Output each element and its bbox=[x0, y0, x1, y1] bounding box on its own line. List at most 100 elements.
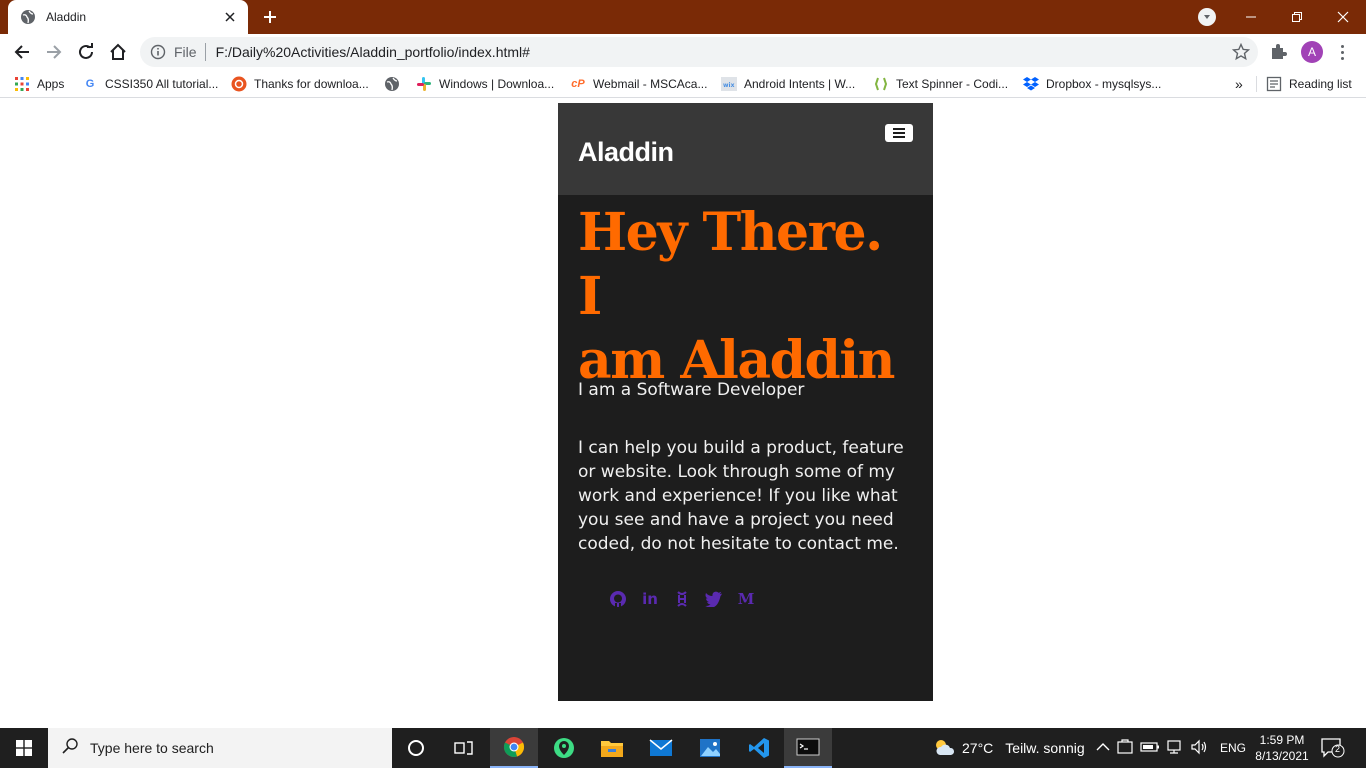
bookmark-apps[interactable]: Apps bbox=[14, 75, 64, 93]
bookmark-dropbox[interactable]: Dropbox - mysqlsys... bbox=[1023, 75, 1161, 93]
address-bar[interactable]: File F:/Daily%20Activities/Aladdin_portf… bbox=[140, 37, 1258, 67]
forward-icon[interactable] bbox=[42, 40, 66, 64]
clock-date: 8/13/2021 bbox=[1255, 749, 1309, 763]
browser-toolbar: File F:/Daily%20Activities/Aladdin_portf… bbox=[0, 34, 1366, 70]
chrome-menu-icon[interactable] bbox=[1334, 42, 1350, 62]
reading-list-icon bbox=[1266, 76, 1282, 92]
windows-taskbar: Type here to search 27°C Teilw. sonnig E… bbox=[0, 728, 1366, 768]
battery-icon[interactable] bbox=[1140, 741, 1160, 756]
bookmark-globe[interactable] bbox=[384, 75, 407, 93]
bookmark-label: Windows | Downloa... bbox=[439, 77, 555, 91]
tab-aladdin[interactable]: Aladdin bbox=[8, 0, 248, 34]
back-icon[interactable] bbox=[10, 40, 34, 64]
weather-temperature: 27°C bbox=[962, 740, 994, 756]
slack-icon bbox=[416, 76, 432, 92]
hackerrank-icon[interactable] bbox=[672, 589, 692, 609]
bookmarks-divider bbox=[1256, 76, 1257, 92]
omnibox-divider bbox=[204, 43, 206, 61]
clock-time: 1:59 PM bbox=[1259, 733, 1305, 747]
social-links: in M bbox=[608, 589, 756, 609]
bookmark-cssi350[interactable]: G CSSI350 All tutorial... bbox=[82, 75, 219, 93]
partly-sunny-icon bbox=[932, 737, 956, 760]
task-view-icon[interactable] bbox=[440, 728, 488, 768]
bookmark-windows[interactable]: Windows | Downloa... bbox=[416, 75, 554, 93]
more-bookmarks-button[interactable]: » bbox=[1235, 75, 1243, 93]
bookmark-label: Apps bbox=[37, 77, 65, 91]
mail-icon[interactable] bbox=[637, 728, 685, 768]
tab-title: Aladdin bbox=[46, 10, 87, 24]
profile-avatar[interactable]: A bbox=[1301, 41, 1323, 63]
close-window-icon[interactable] bbox=[1320, 2, 1366, 32]
twitter-icon[interactable] bbox=[704, 589, 724, 609]
bookmark-star-icon[interactable] bbox=[1231, 42, 1251, 61]
hero-heading: Hey There. I am Aladdin bbox=[578, 201, 918, 393]
chevron-up-icon[interactable] bbox=[1096, 741, 1110, 755]
globe-icon bbox=[20, 9, 36, 25]
weather-widget[interactable]: 27°C Teilw. sonnig bbox=[932, 728, 1085, 768]
restore-icon[interactable] bbox=[1274, 2, 1320, 32]
input-language[interactable]: ENG bbox=[1220, 741, 1246, 755]
google-icon: G bbox=[85, 78, 95, 90]
medium-icon[interactable]: M bbox=[736, 589, 756, 609]
photos-icon[interactable] bbox=[686, 728, 734, 768]
site-navbar: Aladdin bbox=[558, 103, 933, 195]
app-tray-icon[interactable] bbox=[1116, 738, 1134, 758]
bookmark-label: Thanks for downloa... bbox=[254, 77, 369, 91]
volume-icon[interactable] bbox=[1190, 739, 1208, 758]
terminal-icon[interactable] bbox=[784, 728, 832, 768]
bookmark-webmail[interactable]: cP Webmail - MSCAca... bbox=[570, 75, 707, 93]
linkedin-icon[interactable]: in bbox=[640, 589, 660, 609]
ubuntu-icon bbox=[231, 76, 247, 92]
url-scheme-label: File bbox=[174, 44, 197, 60]
codecanyon-icon bbox=[873, 76, 889, 92]
bookmark-android-intents[interactable]: wix Android Intents | W... bbox=[721, 75, 855, 93]
network-icon[interactable] bbox=[1166, 739, 1184, 758]
taskbar-search-box[interactable]: Type here to search bbox=[48, 728, 392, 768]
intro-description: I can help you build a product, feature … bbox=[578, 438, 904, 554]
bookmark-label: Text Spinner - Codi... bbox=[896, 77, 1009, 91]
hamburger-menu-icon[interactable] bbox=[885, 124, 913, 142]
url-text[interactable]: F:/Daily%20Activities/Aladdin_portfolio/… bbox=[216, 44, 1232, 60]
browser-titlebar: Aladdin bbox=[0, 0, 1366, 34]
vscode-icon[interactable] bbox=[735, 728, 783, 768]
bookmarks-bar: Apps G CSSI350 All tutorial... Thanks fo… bbox=[0, 70, 1366, 98]
bookmark-label: Dropbox - mysqlsys... bbox=[1046, 77, 1162, 91]
file-explorer-icon[interactable] bbox=[588, 728, 636, 768]
tab-search-icon[interactable] bbox=[1198, 8, 1216, 26]
page-viewport: Aladdin Hey There. I am Aladdin I am a S… bbox=[0, 99, 1366, 728]
search-icon bbox=[62, 737, 78, 759]
apps-grid-icon bbox=[14, 76, 30, 92]
wix-icon: wix bbox=[721, 76, 737, 92]
portfolio-container: Aladdin Hey There. I am Aladdin I am a S… bbox=[558, 103, 933, 701]
hero-line-1: Hey There. I bbox=[578, 202, 883, 327]
system-tray: ENG bbox=[1096, 728, 1246, 768]
reading-list-label: Reading list bbox=[1289, 77, 1352, 91]
reading-list-button[interactable]: Reading list bbox=[1266, 75, 1352, 93]
home-icon[interactable] bbox=[106, 40, 130, 64]
search-placeholder: Type here to search bbox=[90, 740, 214, 756]
svg-text:wix: wix bbox=[723, 82, 735, 89]
weather-condition: Teilw. sonnig bbox=[1005, 740, 1085, 756]
cortana-icon[interactable] bbox=[392, 728, 440, 768]
new-tab-icon[interactable] bbox=[258, 6, 282, 28]
maps-taskbar-icon[interactable] bbox=[540, 728, 588, 768]
minimize-icon[interactable] bbox=[1228, 2, 1274, 32]
reload-icon[interactable] bbox=[74, 40, 98, 64]
extensions-puzzle-icon[interactable] bbox=[1268, 42, 1288, 62]
notification-center-icon[interactable]: 2 bbox=[1320, 736, 1346, 760]
notification-count: 2 bbox=[1335, 744, 1341, 754]
close-tab-icon[interactable] bbox=[222, 9, 238, 25]
site-brand[interactable]: Aladdin bbox=[578, 137, 674, 168]
cpanel-icon: cP bbox=[571, 78, 585, 90]
system-clock[interactable]: 1:59 PM 8/13/2021 bbox=[1252, 732, 1312, 764]
info-icon[interactable] bbox=[150, 44, 166, 60]
windows-start-icon[interactable] bbox=[0, 728, 48, 768]
bookmark-thanks[interactable]: Thanks for downloa... bbox=[231, 75, 369, 93]
github-icon[interactable] bbox=[608, 589, 628, 609]
window-controls bbox=[1228, 0, 1366, 34]
bookmark-text-spinner[interactable]: Text Spinner - Codi... bbox=[873, 75, 1008, 93]
chrome-taskbar-icon[interactable] bbox=[490, 728, 538, 768]
bookmark-label: CSSI350 All tutorial... bbox=[105, 77, 219, 91]
bookmark-label: Android Intents | W... bbox=[744, 77, 856, 91]
role-text: I am a Software Developer bbox=[578, 380, 805, 400]
